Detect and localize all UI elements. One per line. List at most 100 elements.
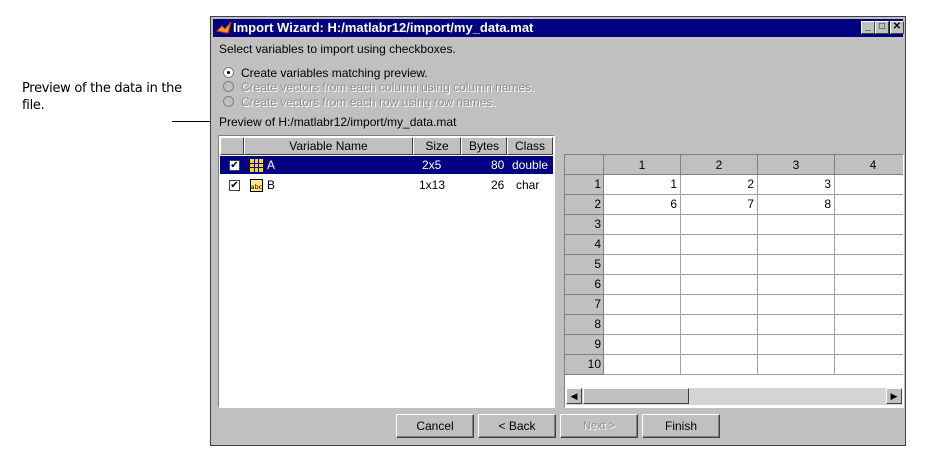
grid-cell[interactable] bbox=[835, 175, 903, 195]
horizontal-scrollbar[interactable]: ◀ ▶ bbox=[566, 388, 902, 405]
grid-cell[interactable] bbox=[835, 275, 903, 295]
grid-cell[interactable]: 7 bbox=[681, 195, 758, 215]
back-button[interactable]: < Back bbox=[478, 414, 556, 438]
minimize-button[interactable]: _ bbox=[861, 21, 875, 34]
finish-button[interactable]: Finish bbox=[642, 414, 720, 438]
grid-cell[interactable] bbox=[681, 355, 758, 375]
grid-row-header[interactable]: 3 bbox=[565, 215, 604, 235]
grid-cell[interactable] bbox=[604, 355, 681, 375]
grid-cell[interactable] bbox=[758, 315, 835, 335]
variable-name: A bbox=[267, 158, 276, 172]
abc-icon: abc bbox=[250, 179, 263, 192]
grid-cell[interactable] bbox=[758, 355, 835, 375]
variable-name-header[interactable]: Variable Name bbox=[244, 137, 413, 155]
class-header[interactable]: Class bbox=[507, 137, 553, 155]
grid-cell[interactable]: 2 bbox=[681, 175, 758, 195]
variable-size: 1x13 bbox=[419, 178, 446, 192]
scroll-thumb[interactable] bbox=[583, 388, 689, 404]
grid-cell[interactable] bbox=[758, 235, 835, 255]
next-button[interactable]: Next > bbox=[560, 414, 638, 438]
grid-cell[interactable]: 3 bbox=[758, 175, 835, 195]
arrow-right-icon: ▶ bbox=[890, 391, 898, 401]
grid-cell[interactable] bbox=[758, 335, 835, 355]
grid-row-header[interactable]: 2 bbox=[565, 195, 604, 215]
svg-text:abc: abc bbox=[251, 183, 263, 191]
grid-cell[interactable] bbox=[835, 315, 903, 335]
variable-name: B bbox=[267, 178, 276, 192]
grid-cell[interactable] bbox=[604, 215, 681, 235]
preview-label: Preview of H:/matlabr12/import/my_data.m… bbox=[219, 115, 457, 129]
radio-label: Create vectors from each column using co… bbox=[241, 80, 535, 94]
data-preview-grid[interactable]: 1 2 3 4 ◀ ▶ 1 1 2 3 2 6 7 8 3 4 5 6 7 8 9 10 bbox=[564, 154, 904, 408]
grid-row-header[interactable]: 1 bbox=[565, 175, 604, 195]
grid-row-header[interactable]: 4 bbox=[565, 235, 604, 255]
grid-cell[interactable] bbox=[681, 315, 758, 335]
grid-cell[interactable]: 1 bbox=[604, 175, 681, 195]
scroll-right-button[interactable]: ▶ bbox=[886, 388, 902, 404]
maximize-button[interactable]: □ bbox=[875, 21, 889, 34]
arrow-left-icon: ◀ bbox=[570, 391, 578, 401]
radio-button[interactable] bbox=[223, 81, 234, 92]
preview-callout: Preview of the data in the file. bbox=[22, 81, 182, 113]
grid-cell[interactable] bbox=[835, 215, 903, 235]
title-bar[interactable]: Import Wizard: H:/matlabr12/import/my_da… bbox=[213, 19, 904, 37]
minimize-icon: _ bbox=[865, 21, 871, 32]
grid-column-header[interactable]: 3 bbox=[758, 155, 835, 175]
bytes-header[interactable]: Bytes bbox=[461, 137, 507, 155]
grid-cell[interactable] bbox=[604, 335, 681, 355]
variable-row-a[interactable]: ✔ A 2x5 80 double bbox=[220, 156, 553, 174]
grid-row-header[interactable]: 7 bbox=[565, 295, 604, 315]
grid-cell[interactable] bbox=[835, 255, 903, 275]
grid-cell[interactable] bbox=[835, 195, 903, 215]
grid-cell[interactable] bbox=[758, 255, 835, 275]
matrix-icon bbox=[250, 159, 263, 172]
checkbox-column-header[interactable] bbox=[220, 137, 244, 155]
grid-cell[interactable] bbox=[604, 295, 681, 315]
grid-column-header[interactable]: 4 bbox=[835, 155, 903, 175]
grid-row-header[interactable]: 5 bbox=[565, 255, 604, 275]
window-title: Import Wizard: H:/matlabr12/import/my_da… bbox=[233, 20, 534, 35]
grid-cell[interactable] bbox=[835, 295, 903, 315]
radio-button[interactable] bbox=[223, 67, 234, 78]
close-icon: ✕ bbox=[892, 21, 902, 32]
grid-cell[interactable] bbox=[681, 255, 758, 275]
variable-checkbox[interactable]: ✔ bbox=[229, 160, 240, 171]
scroll-left-button[interactable]: ◀ bbox=[566, 388, 582, 404]
grid-cell[interactable] bbox=[758, 295, 835, 315]
cancel-button[interactable]: Cancel bbox=[396, 414, 474, 438]
variable-checkbox[interactable]: ✔ bbox=[229, 180, 240, 191]
radio-label: Create vectors from each row using row n… bbox=[241, 95, 496, 109]
grid-row-header[interactable]: 6 bbox=[565, 275, 604, 295]
grid-cell[interactable] bbox=[758, 275, 835, 295]
grid-cell[interactable] bbox=[681, 295, 758, 315]
grid-cell[interactable] bbox=[758, 215, 835, 235]
grid-cell[interactable] bbox=[681, 215, 758, 235]
grid-cell[interactable] bbox=[835, 335, 903, 355]
variable-size: 2x5 bbox=[422, 158, 442, 172]
grid-cell[interactable] bbox=[681, 335, 758, 355]
grid-cell[interactable] bbox=[835, 235, 903, 255]
maximize-icon: □ bbox=[878, 21, 886, 32]
grid-column-header[interactable]: 2 bbox=[681, 155, 758, 175]
variable-row-b[interactable]: ✔ abc B 1x13 26 char bbox=[220, 176, 553, 194]
instructions-text: Select variables to import using checkbo… bbox=[219, 42, 456, 56]
variable-list[interactable]: Variable Name Size Bytes Class ✔ A 2x5 8… bbox=[218, 135, 555, 408]
variable-bytes: 80 bbox=[491, 158, 505, 172]
matlab-logo-icon bbox=[216, 21, 232, 34]
grid-cell[interactable] bbox=[604, 275, 681, 295]
grid-row-header[interactable]: 10 bbox=[565, 355, 604, 375]
grid-row-header[interactable]: 9 bbox=[565, 335, 604, 355]
size-header[interactable]: Size bbox=[413, 137, 461, 155]
grid-cell[interactable] bbox=[681, 275, 758, 295]
grid-cell[interactable] bbox=[604, 235, 681, 255]
grid-column-header[interactable]: 1 bbox=[604, 155, 681, 175]
radio-button[interactable] bbox=[223, 96, 234, 107]
grid-cell[interactable] bbox=[835, 355, 903, 375]
grid-cell[interactable]: 8 bbox=[758, 195, 835, 215]
grid-row-header[interactable]: 8 bbox=[565, 315, 604, 335]
grid-cell[interactable]: 6 bbox=[604, 195, 681, 215]
grid-cell[interactable] bbox=[604, 315, 681, 335]
close-button[interactable]: ✕ bbox=[890, 21, 904, 34]
grid-cell[interactable] bbox=[681, 235, 758, 255]
grid-cell[interactable] bbox=[604, 255, 681, 275]
